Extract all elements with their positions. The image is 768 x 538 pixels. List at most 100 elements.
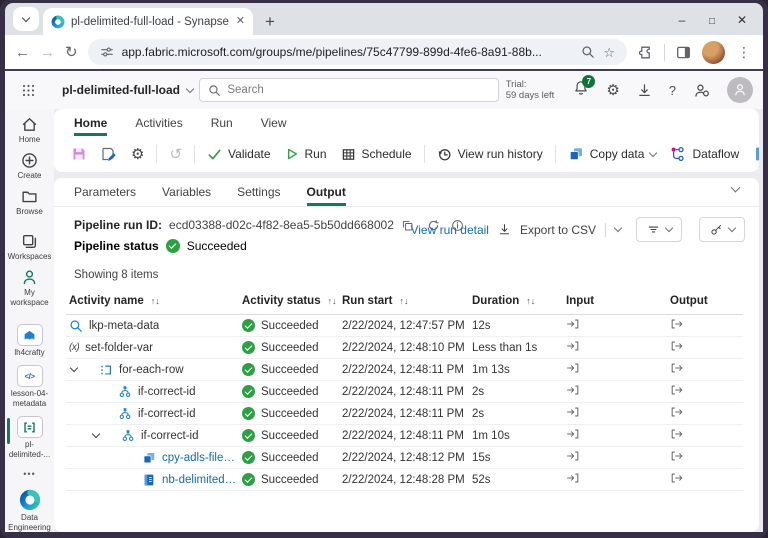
zoom-icon[interactable] xyxy=(581,45,595,59)
sidebar-item-pipeline-selected[interactable]: pl-delimited-... xyxy=(5,416,54,460)
sidebar-item-home[interactable]: Home xyxy=(5,116,54,145)
output-icon[interactable] xyxy=(670,361,684,375)
tab-home[interactable]: Home xyxy=(74,116,107,136)
output-icon[interactable] xyxy=(670,383,684,397)
browser-profile-avatar[interactable] xyxy=(702,41,725,64)
address-bar[interactable]: app.fabric.microsoft.com/groups/me/pipel… xyxy=(88,39,627,65)
tab-search-button[interactable] xyxy=(13,7,39,31)
copy-data-button[interactable]: Copy data xyxy=(561,146,664,162)
tab-output[interactable]: Output xyxy=(307,185,346,206)
key-filter-button[interactable] xyxy=(699,217,745,242)
window-maximize-button[interactable]: □ xyxy=(697,16,727,27)
table-row[interactable]: if-correct-id Succeeded 2/22/2024, 12:48… xyxy=(66,403,743,425)
browser-tab[interactable]: pl-delimited-full-load - Synapse ✕ xyxy=(43,8,253,35)
col-input[interactable]: Input xyxy=(550,295,650,307)
search-input[interactable] xyxy=(227,84,490,96)
sort-icon[interactable]: ↑↓ xyxy=(399,296,408,306)
table-row[interactable]: cpy-adls-files-2-... Succeeded 2/22/2024… xyxy=(66,447,743,469)
notifications-button[interactable]: 7 xyxy=(573,80,589,101)
undo-button[interactable]: ↺ xyxy=(162,147,189,162)
sidebar-item-browse[interactable]: Browse xyxy=(5,188,54,217)
settings-gear-icon[interactable]: ⚙ xyxy=(606,83,619,98)
input-icon[interactable] xyxy=(566,317,580,331)
chevron-down-icon[interactable] xyxy=(614,224,622,232)
table-row[interactable]: nb-delimited-ful... Succeeded 2/22/2024,… xyxy=(66,469,743,491)
waffle-menu-icon[interactable] xyxy=(21,83,36,98)
input-icon[interactable] xyxy=(566,427,580,441)
sidebar-item-workspaces[interactable]: Workspaces xyxy=(5,233,54,262)
side-panel-icon[interactable] xyxy=(675,44,692,61)
schedule-button[interactable]: Schedule xyxy=(334,147,419,162)
table-row[interactable]: if-correct-id Succeeded 2/22/2024, 12:48… xyxy=(66,381,743,403)
col-duration[interactable]: Duration xyxy=(472,295,519,307)
col-run-start[interactable]: Run start xyxy=(342,295,392,307)
output-icon[interactable] xyxy=(670,427,684,441)
play-icon xyxy=(285,147,299,161)
input-icon[interactable] xyxy=(566,339,580,353)
tab-view[interactable]: View xyxy=(261,116,287,136)
feedback-icon[interactable] xyxy=(693,82,710,99)
table-row[interactable]: lkp-meta-data Succeeded 2/22/2024, 12:47… xyxy=(66,315,743,337)
tab-variables[interactable]: Variables xyxy=(162,185,211,206)
input-icon[interactable] xyxy=(566,383,580,397)
tab-run[interactable]: Run xyxy=(211,116,233,136)
output-icon[interactable] xyxy=(670,339,684,353)
col-activity-status[interactable]: Activity status xyxy=(242,295,321,307)
collapse-panel-button[interactable] xyxy=(732,178,739,206)
settings-button[interactable]: ⚙ xyxy=(124,147,151,162)
downloads-icon[interactable] xyxy=(637,83,652,98)
input-icon[interactable] xyxy=(566,471,580,485)
table-row[interactable]: for-each-row Succeeded 2/22/2024, 12:48:… xyxy=(66,359,743,381)
reload-button[interactable]: ↻ xyxy=(65,45,78,60)
expand-chevron-icon[interactable] xyxy=(93,434,115,437)
browser-menu-icon[interactable]: ⋮ xyxy=(735,44,753,61)
expand-chevron-icon[interactable] xyxy=(71,368,93,371)
back-button[interactable]: ← xyxy=(15,45,30,60)
new-tab-button[interactable]: + xyxy=(265,13,275,30)
input-icon[interactable] xyxy=(566,361,580,375)
global-search-box[interactable] xyxy=(199,78,499,102)
sidebar-item-create[interactable]: Create xyxy=(5,152,54,181)
sidebar-more-icon[interactable]: ••• xyxy=(23,469,35,479)
sidebar-item-lakehouse[interactable]: lh4crafty xyxy=(5,324,54,358)
col-output[interactable]: Output xyxy=(650,295,743,307)
view-run-history-button[interactable]: View run history xyxy=(430,147,550,162)
output-icon[interactable] xyxy=(670,405,684,419)
help-icon[interactable]: ? xyxy=(669,83,676,98)
input-icon[interactable] xyxy=(566,449,580,463)
window-close-button[interactable]: ✕ xyxy=(727,13,757,27)
window-minimize-button[interactable]: – xyxy=(667,13,697,27)
input-icon[interactable] xyxy=(566,405,580,419)
notebook-button[interactable]: Notebook xyxy=(746,146,759,162)
dataflow-button[interactable]: Dataflow xyxy=(663,146,746,162)
output-icon[interactable] xyxy=(670,449,684,463)
output-icon[interactable] xyxy=(670,317,684,331)
sort-icon[interactable]: ↑↓ xyxy=(526,296,535,306)
sort-icon[interactable]: ↑↓ xyxy=(151,296,160,306)
forward-button[interactable]: → xyxy=(40,45,55,60)
export-to-csv-button[interactable]: Export to CSV xyxy=(520,223,596,237)
save-as-button[interactable] xyxy=(94,146,124,162)
filter-button[interactable] xyxy=(636,217,682,242)
account-avatar[interactable] xyxy=(727,77,753,103)
item-name-dropdown[interactable]: pl-delimited-full-load xyxy=(62,83,193,97)
tab-parameters[interactable]: Parameters xyxy=(74,185,136,206)
sort-icon[interactable]: ↑↓ xyxy=(328,296,337,306)
col-activity-name[interactable]: Activity name xyxy=(69,295,144,307)
table-row[interactable]: (x)set-folder-var Succeeded 2/22/2024, 1… xyxy=(66,337,743,359)
tab-close-icon[interactable]: ✕ xyxy=(236,16,245,27)
run-button[interactable]: Run xyxy=(278,147,334,161)
output-icon[interactable] xyxy=(670,471,684,485)
validate-button[interactable]: Validate xyxy=(200,147,277,162)
save-button[interactable] xyxy=(64,146,94,162)
view-run-detail-link[interactable]: View run detail xyxy=(410,223,489,237)
sidebar-item-data-engineering[interactable]: Data Engineering xyxy=(5,489,54,533)
extensions-icon[interactable] xyxy=(637,44,654,61)
tab-settings[interactable]: Settings xyxy=(237,185,280,206)
tab-activities[interactable]: Activities xyxy=(135,116,182,136)
bookmark-star-icon[interactable]: ☆ xyxy=(603,46,615,59)
table-row[interactable]: if-correct-id Succeeded 2/22/2024, 12:48… xyxy=(66,425,743,447)
sidebar-item-my-workspace[interactable]: My workspace xyxy=(5,269,54,308)
site-settings-icon[interactable] xyxy=(100,45,114,59)
sidebar-item-notebook[interactable]: </> lesson-04-metadata xyxy=(5,365,54,409)
